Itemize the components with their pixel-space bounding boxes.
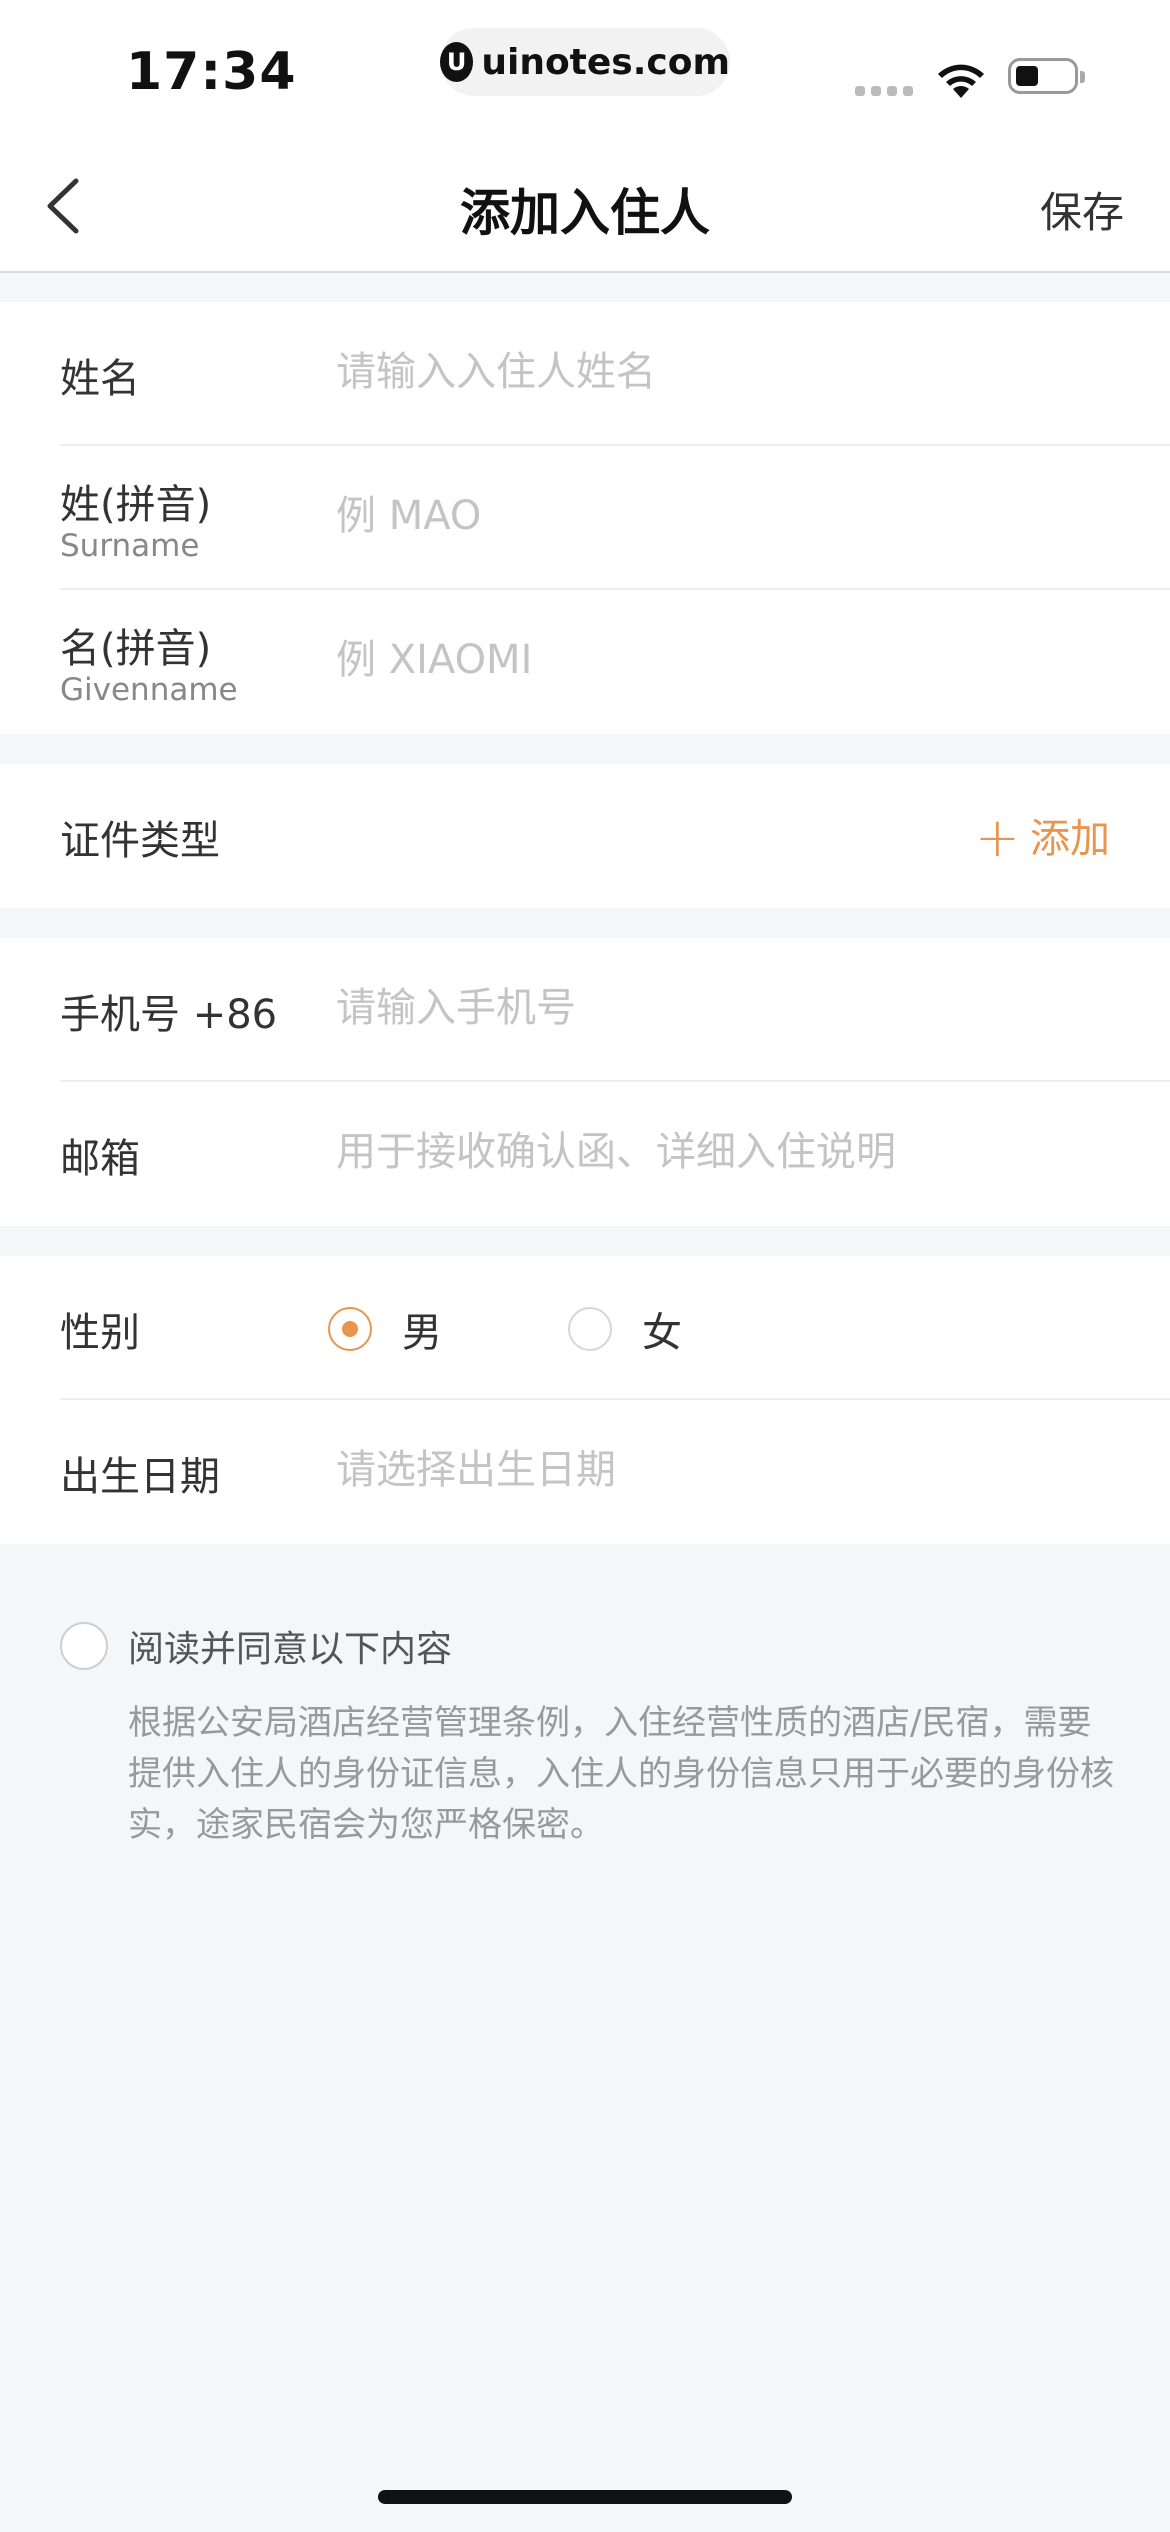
- profile-section: 性别 男 女 出生日期: [0, 1256, 1170, 1544]
- contact-section: 手机号 +86 邮箱: [0, 938, 1170, 1226]
- status-bar: 17:34 U uinotes.com: [0, 0, 1170, 135]
- name-label: 姓名: [60, 356, 140, 402]
- add-id-label: 添加: [1030, 816, 1110, 862]
- gender-female-label: 女: [642, 1310, 682, 1356]
- wifi-icon: [938, 64, 984, 98]
- nav-bar: 添加入住人 保存: [0, 135, 1170, 273]
- signal-icon: [855, 86, 915, 96]
- email-input[interactable]: [336, 1122, 1136, 1182]
- id-type-row: 证件类型 + 添加: [60, 764, 1170, 908]
- agreement-label: 阅读并同意以下内容: [128, 1629, 453, 1670]
- save-button[interactable]: 保存: [1040, 179, 1124, 240]
- birthdate-picker[interactable]: [336, 1440, 1136, 1500]
- checkbox-circle-icon: [60, 1622, 108, 1670]
- surname-label-text: 姓(拼音): [60, 482, 212, 528]
- gender-male-label: 男: [402, 1310, 442, 1356]
- phone-input[interactable]: [336, 978, 1136, 1038]
- agreement-checkbox[interactable]: 阅读并同意以下内容: [60, 1620, 452, 1672]
- watermark-text: uinotes.com: [481, 41, 730, 83]
- radio-unchecked-icon: [568, 1307, 612, 1351]
- radio-checked-icon: [328, 1307, 372, 1351]
- plus-icon: +: [974, 806, 1020, 869]
- email-label: 邮箱: [60, 1136, 140, 1182]
- name-section: 姓名 姓(拼音) Surname 名(拼音) Givenname: [0, 302, 1170, 734]
- name-input[interactable]: [336, 342, 1136, 402]
- surname-input[interactable]: [336, 486, 1136, 546]
- phone-row: 手机号 +86: [60, 938, 1170, 1082]
- gender-male-radio[interactable]: 男: [328, 1300, 442, 1358]
- watermark-badge: U uinotes.com: [440, 28, 730, 96]
- agreement-notice: 根据公安局酒店经营管理条例，入住经营性质的酒店/民宿，需要提供入住人的身份证信息…: [128, 1703, 1114, 1845]
- home-indicator: [378, 2490, 792, 2504]
- surname-row: 姓(拼音) Surname: [60, 446, 1170, 590]
- givenname-label: 名(拼音) Givenname: [60, 616, 238, 708]
- givenname-input[interactable]: [336, 630, 1136, 690]
- gender-label: 性别: [60, 1310, 140, 1356]
- birthdate-label: 出生日期: [60, 1454, 220, 1500]
- battery-icon: [1008, 58, 1085, 94]
- id-type-label: 证件类型: [60, 818, 220, 864]
- birthdate-row[interactable]: 出生日期: [60, 1400, 1170, 1544]
- givenname-label-text: 名(拼音): [60, 626, 212, 672]
- name-row: 姓名: [60, 302, 1170, 446]
- watermark-logo-icon: U: [440, 42, 474, 82]
- surname-sublabel: Surname: [60, 528, 200, 564]
- givenname-sublabel: Givenname: [60, 672, 238, 708]
- status-time: 17:34: [126, 42, 297, 102]
- phone-label: 手机号 +86: [60, 992, 278, 1038]
- givenname-row: 名(拼音) Givenname: [60, 590, 1170, 734]
- surname-label: 姓(拼音) Surname: [60, 472, 211, 564]
- add-id-button[interactable]: + 添加: [975, 806, 1110, 869]
- email-row: 邮箱: [60, 1082, 1170, 1226]
- gender-row: 性别 男 女: [60, 1256, 1170, 1400]
- page-title: 添加入住人: [460, 184, 710, 242]
- id-type-section: 证件类型 + 添加: [0, 764, 1170, 908]
- gender-female-radio[interactable]: 女: [568, 1300, 682, 1358]
